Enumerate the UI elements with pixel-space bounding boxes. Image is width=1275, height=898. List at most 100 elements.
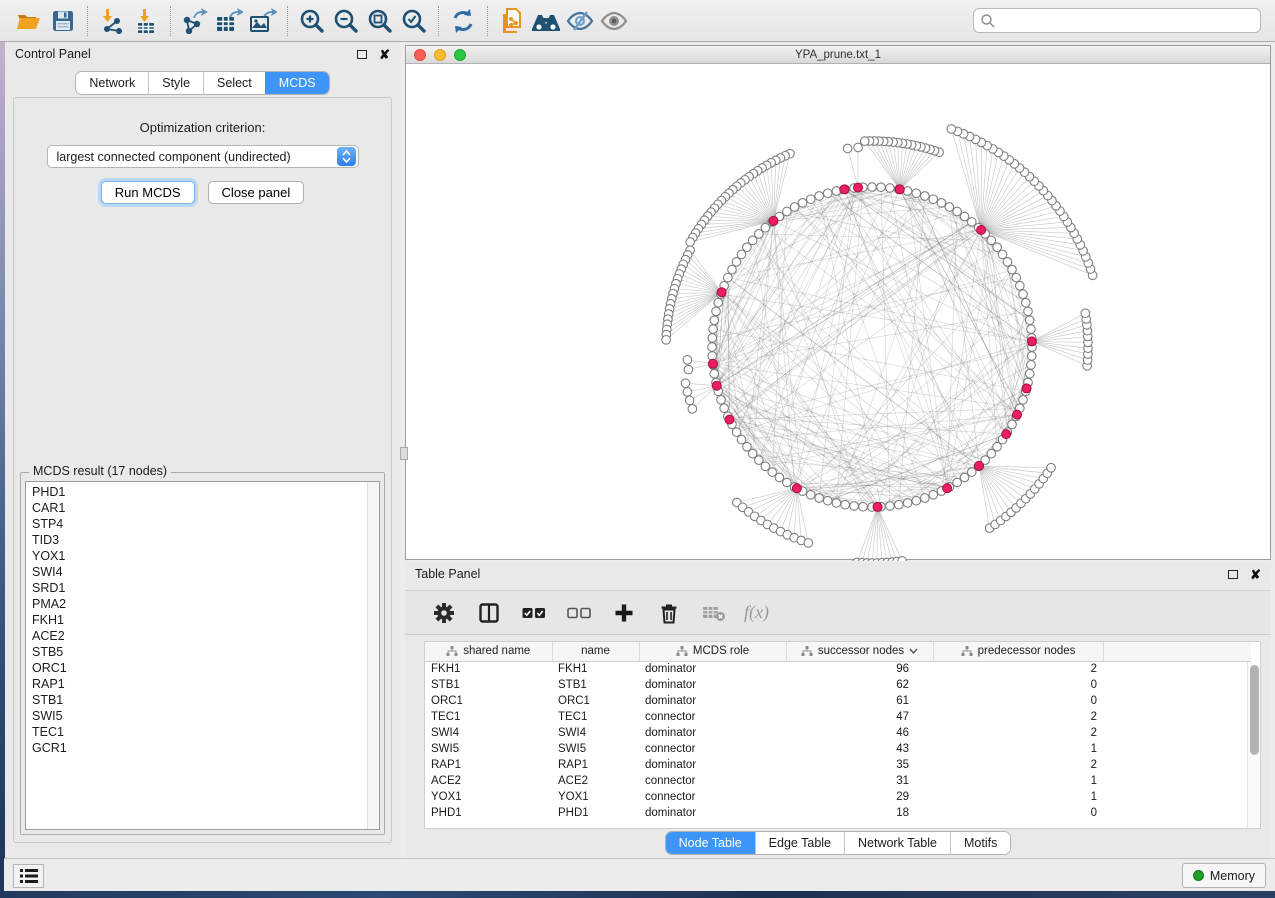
tab-mcds[interactable]: MCDS	[265, 72, 329, 94]
cell-shared-name[interactable]: SWI5	[425, 741, 552, 757]
table-row[interactable]: ACE2ACE2connector311	[425, 773, 1251, 789]
column-header-successor-nodes[interactable]: successor nodes	[786, 642, 933, 661]
cell-shared-name[interactable]: TEC1	[425, 709, 552, 725]
close-panel-icon[interactable]: ✘	[379, 48, 390, 61]
cell-predecessor-nodes[interactable]: 1	[933, 773, 1103, 789]
cell-name[interactable]: PHD1	[552, 805, 639, 821]
table-options-button[interactable]	[429, 598, 459, 628]
close-panel-icon[interactable]: ✘	[1250, 568, 1261, 581]
mcds-node-item[interactable]: STB1	[32, 692, 379, 708]
table-row[interactable]: SWI5SWI5connector431	[425, 741, 1251, 757]
tab-style[interactable]: Style	[148, 72, 203, 94]
delete-column-button[interactable]	[654, 598, 684, 628]
select-all-button[interactable]	[519, 598, 549, 628]
mcds-node-item[interactable]: SWI5	[32, 708, 379, 724]
cell-successor-nodes[interactable]: 18	[786, 805, 933, 821]
task-history-button[interactable]	[13, 864, 44, 888]
cell-successor-nodes[interactable]: 96	[786, 661, 933, 677]
cell-successor-nodes[interactable]: 31	[786, 773, 933, 789]
table-row[interactable]: YOX1YOX1connector291	[425, 789, 1251, 805]
cell-predecessor-nodes[interactable]: 2	[933, 709, 1103, 725]
mcds-node-item[interactable]: STB5	[32, 644, 379, 660]
tab-network[interactable]: Network	[76, 72, 148, 94]
delete-table-button-disabled[interactable]	[699, 598, 729, 628]
cell-MCDS-role[interactable]: connector	[639, 773, 786, 789]
cell-successor-nodes[interactable]: 61	[786, 693, 933, 709]
cell-successor-nodes[interactable]: 62	[786, 677, 933, 693]
cell-shared-name[interactable]: ORC1	[425, 693, 552, 709]
cell-MCDS-role[interactable]: connector	[639, 789, 786, 805]
cell-MCDS-role[interactable]: dominator	[639, 661, 786, 677]
apply-layout-button[interactable]	[446, 4, 480, 38]
cell-predecessor-nodes[interactable]: 0	[933, 693, 1103, 709]
cell-successor-nodes[interactable]: 29	[786, 789, 933, 805]
function-builder-button-disabled[interactable]: f(x)	[744, 602, 769, 623]
mcds-list-scrollbar[interactable]	[367, 482, 379, 829]
cell-name[interactable]: STB1	[552, 677, 639, 693]
mcds-node-item[interactable]: YOX1	[32, 548, 379, 564]
column-header-name[interactable]: name	[552, 642, 639, 661]
cell-shared-name[interactable]: STB1	[425, 677, 552, 693]
show-all-button[interactable]	[597, 4, 631, 38]
zoom-selected-button[interactable]	[397, 4, 431, 38]
mcds-node-item[interactable]: SRD1	[32, 580, 379, 596]
cell-name[interactable]: ORC1	[552, 693, 639, 709]
table-scrollbar[interactable]	[1247, 662, 1260, 828]
mcds-node-item[interactable]: CAR1	[32, 500, 379, 516]
find-nodes-button[interactable]	[529, 4, 563, 38]
splitpane-divider-handle[interactable]	[400, 447, 408, 460]
mcds-node-item[interactable]: TID3	[32, 532, 379, 548]
clone-network-button[interactable]	[495, 4, 529, 38]
cell-name[interactable]: YOX1	[552, 789, 639, 805]
mcds-result-list[interactable]: PHD1CAR1STP4TID3YOX1SWI4SRD1PMA2FKH1ACE2…	[25, 481, 380, 830]
add-column-button[interactable]	[609, 598, 639, 628]
cell-successor-nodes[interactable]: 35	[786, 757, 933, 773]
column-header-predecessor-nodes[interactable]: predecessor nodes	[933, 642, 1103, 661]
cell-predecessor-nodes[interactable]: 0	[933, 805, 1103, 821]
mcds-node-item[interactable]: TEC1	[32, 724, 379, 740]
cell-successor-nodes[interactable]: 47	[786, 709, 933, 725]
table-row[interactable]: TEC1TEC1connector472	[425, 709, 1251, 725]
cell-name[interactable]: RAP1	[552, 757, 639, 773]
cell-MCDS-role[interactable]: dominator	[639, 677, 786, 693]
close-panel-button[interactable]: Close panel	[208, 181, 305, 204]
cell-predecessor-nodes[interactable]: 1	[933, 741, 1103, 757]
open-session-button[interactable]	[12, 4, 46, 38]
cell-shared-name[interactable]: YOX1	[425, 789, 552, 805]
mcds-node-item[interactable]: PHD1	[32, 484, 379, 500]
cell-successor-nodes[interactable]: 43	[786, 741, 933, 757]
table-row[interactable]: PHD1PHD1dominator180	[425, 805, 1251, 821]
network-window-titlebar[interactable]: YPA_prune.txt_1	[406, 46, 1270, 64]
table-row[interactable]: RAP1RAP1dominator352	[425, 757, 1251, 773]
table-row[interactable]: SWI4SWI4dominator462	[425, 725, 1251, 741]
cell-shared-name[interactable]: ACE2	[425, 773, 552, 789]
run-mcds-button[interactable]: Run MCDS	[101, 181, 195, 204]
cell-predecessor-nodes[interactable]: 2	[933, 661, 1103, 677]
cell-successor-nodes[interactable]: 46	[786, 725, 933, 741]
network-canvas[interactable]	[406, 65, 1270, 559]
show-columns-button[interactable]	[474, 598, 504, 628]
cell-predecessor-nodes[interactable]: 1	[933, 789, 1103, 805]
search-input[interactable]	[996, 11, 1260, 31]
cell-MCDS-role[interactable]: dominator	[639, 693, 786, 709]
mcds-node-item[interactable]: ORC1	[32, 660, 379, 676]
cell-MCDS-role[interactable]: dominator	[639, 757, 786, 773]
memory-button[interactable]: Memory	[1182, 863, 1266, 888]
table-row[interactable]: STB1STB1dominator620	[425, 677, 1251, 693]
tab-edge-table[interactable]: Edge Table	[755, 832, 844, 854]
mcds-node-item[interactable]: STP4	[32, 516, 379, 532]
column-header-MCDS-role[interactable]: MCDS role	[639, 642, 786, 661]
cell-name[interactable]: FKH1	[552, 661, 639, 677]
zoom-out-button[interactable]	[329, 4, 363, 38]
hide-selected-button[interactable]	[563, 4, 597, 38]
float-window-icon[interactable]	[357, 50, 367, 59]
float-window-icon[interactable]	[1228, 570, 1238, 579]
cell-MCDS-role[interactable]: connector	[639, 709, 786, 725]
cell-predecessor-nodes[interactable]: 2	[933, 757, 1103, 773]
fit-content-button[interactable]	[363, 4, 397, 38]
table-row[interactable]: FKH1FKH1dominator962	[425, 661, 1251, 677]
cell-name[interactable]: TEC1	[552, 709, 639, 725]
cell-MCDS-role[interactable]: dominator	[639, 805, 786, 821]
column-header-shared-name[interactable]: shared name	[425, 642, 552, 661]
cell-shared-name[interactable]: FKH1	[425, 661, 552, 677]
